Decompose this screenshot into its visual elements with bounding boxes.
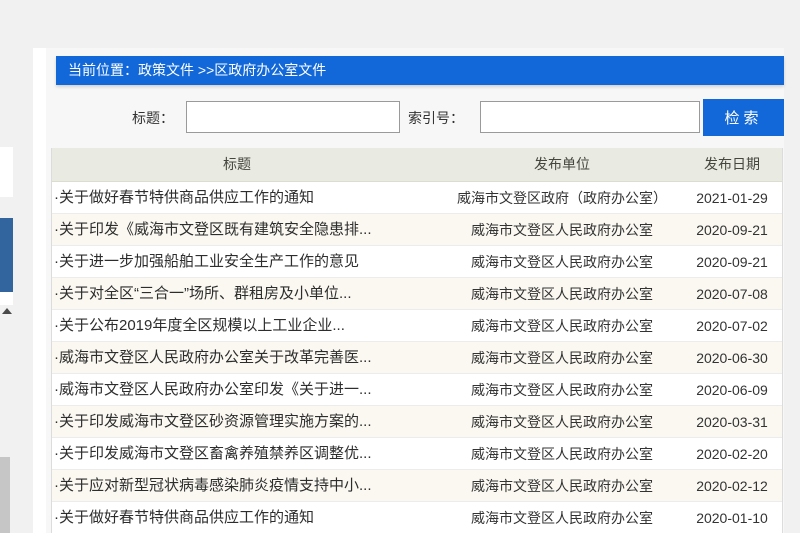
date-cell: 2021-01-29	[696, 190, 768, 206]
scrollbar-thumb[interactable]	[0, 457, 10, 533]
table-body: ·关于做好春节特供商品供应工作的通知 威海市文登区政府（政府办公室） 2021-…	[52, 182, 782, 533]
title-search-input[interactable]	[186, 101, 400, 133]
table-row: ·关于印发威海市文登区砂资源管理实施方案的... 威海市文登区人民政府办公室 2…	[52, 406, 782, 438]
date-cell: 2020-01-10	[696, 510, 768, 526]
publisher-cell: 威海市文登区人民政府办公室	[471, 222, 653, 238]
date-cell: 2020-06-09	[696, 382, 768, 398]
document-link[interactable]: ·关于做好春节特供商品供应工作的通知	[54, 502, 442, 533]
document-link[interactable]: ·关于应对新型冠状病毒感染肺炎疫情支持中小...	[54, 470, 442, 502]
document-link[interactable]: ·关于对全区“三合一”场所、群租房及小单位...	[54, 278, 442, 310]
left-fragment-panel	[0, 292, 13, 305]
header-title: 标题	[223, 156, 251, 172]
publisher-cell: 威海市文登区人民政府办公室	[471, 254, 653, 270]
title-field-label: 标题：	[132, 110, 174, 126]
header-date: 发布日期	[704, 156, 760, 172]
publisher-cell: 威海市文登区人民政府办公室	[471, 510, 653, 526]
search-button[interactable]: 检索	[703, 99, 784, 136]
date-cell: 2020-06-30	[696, 350, 768, 366]
table-row: ·关于对全区“三合一”场所、群租房及小单位... 威海市文登区人民政府办公室 2…	[52, 278, 782, 310]
table-row: ·关于印发《威海市文登区既有建筑安全隐患排... 威海市文登区人民政府办公室 2…	[52, 214, 782, 246]
document-link[interactable]: ·关于印发威海市文登区砂资源管理实施方案的...	[54, 406, 442, 438]
index-search-input[interactable]	[480, 101, 700, 133]
document-link[interactable]: ·关于进一步加强船舶工业安全生产工作的意见	[54, 246, 442, 278]
document-link[interactable]: ·关于印发《威海市文登区既有建筑安全隐患排...	[54, 214, 442, 246]
document-link[interactable]: ·关于公布2019年度全区规模以上工业企业...	[54, 310, 442, 342]
date-cell: 2020-07-02	[696, 318, 768, 334]
table-header-row: 标题 发布单位 发布日期	[52, 148, 782, 182]
content-panel: 当前位置：政策文件 >>区政府办公室文件 标题： 索引号： 检索 标题 发布单位…	[46, 48, 784, 533]
table-row: ·威海市文登区人民政府办公室印发《关于进一... 威海市文登区人民政府办公室 2…	[52, 374, 782, 406]
table-row: ·关于做好春节特供商品供应工作的通知 威海市文登区政府（政府办公室） 2021-…	[52, 182, 782, 214]
date-cell: 2020-02-20	[696, 446, 768, 462]
date-cell: 2020-03-31	[696, 414, 768, 430]
date-cell: 2020-09-21	[696, 254, 768, 270]
left-fragment-column	[33, 48, 46, 533]
document-link[interactable]: ·威海市文登区人民政府办公室印发《关于进一...	[54, 374, 442, 406]
publisher-cell: 威海市文登区政府（政府办公室）	[457, 190, 667, 206]
table-row: ·关于公布2019年度全区规模以上工业企业... 威海市文登区人民政府办公室 2…	[52, 310, 782, 342]
document-table: 标题 发布单位 发布日期 ·关于做好春节特供商品供应工作的通知 威海市文登区政府…	[51, 148, 783, 533]
publisher-cell: 威海市文登区人民政府办公室	[471, 414, 653, 430]
scroll-up-arrow-icon[interactable]	[2, 308, 12, 314]
document-link[interactable]: ·关于印发威海市文登区畜禽养殖禁养区调整优...	[54, 438, 442, 470]
table-row: ·关于做好春节特供商品供应工作的通知 威海市文登区人民政府办公室 2020-01…	[52, 502, 782, 533]
publisher-cell: 威海市文登区人民政府办公室	[471, 478, 653, 494]
document-link[interactable]: ·威海市文登区人民政府办公室关于改革完善医...	[54, 342, 442, 374]
date-cell: 2020-09-21	[696, 222, 768, 238]
table-row: ·关于应对新型冠状病毒感染肺炎疫情支持中小... 威海市文登区人民政府办公室 2…	[52, 470, 782, 502]
left-fragment-highlight	[0, 218, 13, 292]
publisher-cell: 威海市文登区人民政府办公室	[471, 286, 653, 302]
date-cell: 2020-07-08	[696, 286, 768, 302]
left-fragment-panel	[0, 147, 13, 197]
header-publisher: 发布单位	[534, 156, 590, 172]
table-row: ·关于进一步加强船舶工业安全生产工作的意见 威海市文登区人民政府办公室 2020…	[52, 246, 782, 278]
publisher-cell: 威海市文登区人民政府办公室	[471, 382, 653, 398]
search-area: 标题： 索引号： 检索	[46, 85, 784, 147]
date-cell: 2020-02-12	[696, 478, 768, 494]
table-row: ·关于印发威海市文登区畜禽养殖禁养区调整优... 威海市文登区人民政府办公室 2…	[52, 438, 782, 470]
table-row: ·威海市文登区人民政府办公室关于改革完善医... 威海市文登区人民政府办公室 2…	[52, 342, 782, 374]
page: 当前位置：政策文件 >>区政府办公室文件 标题： 索引号： 检索 标题 发布单位…	[0, 0, 800, 533]
document-link[interactable]: ·关于做好春节特供商品供应工作的通知	[54, 182, 442, 214]
publisher-cell: 威海市文登区人民政府办公室	[471, 446, 653, 462]
publisher-cell: 威海市文登区人民政府办公室	[471, 350, 653, 366]
publisher-cell: 威海市文登区人民政府办公室	[471, 318, 653, 334]
index-field-label: 索引号：	[408, 110, 464, 126]
breadcrumb: 当前位置：政策文件 >>区政府办公室文件	[56, 56, 784, 85]
